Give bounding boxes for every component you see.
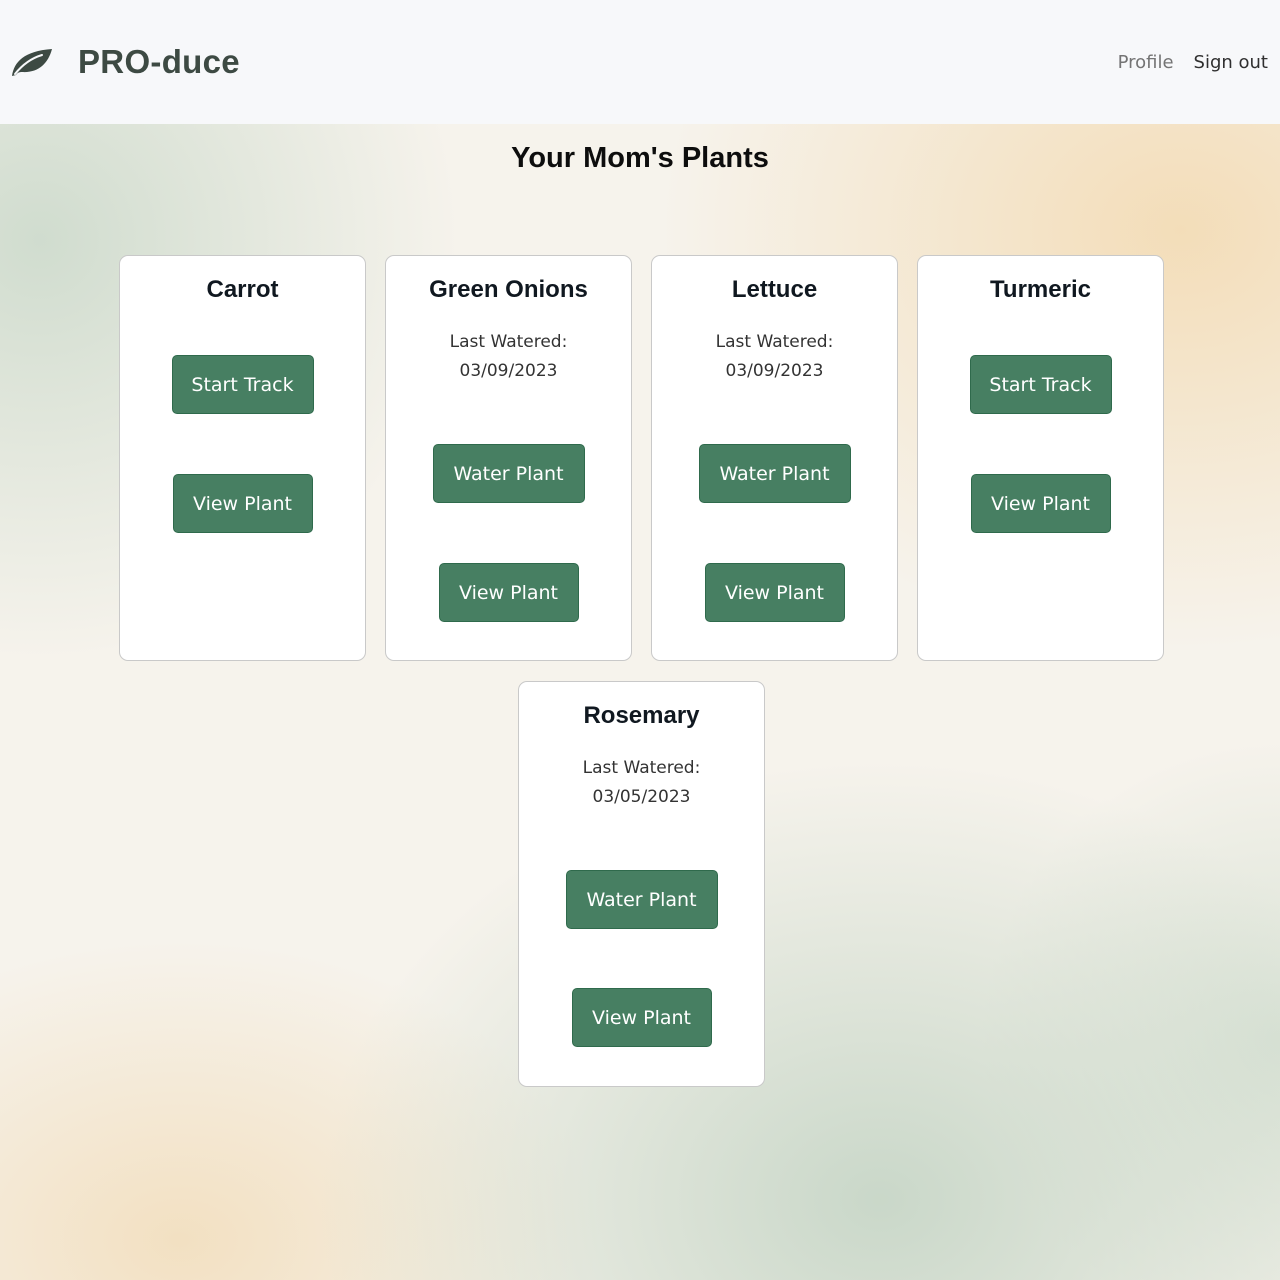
last-watered-date: 03/09/2023: [459, 361, 558, 381]
plant-card-green-onions: Green Onions Last Watered: 03/09/2023 Wa…: [385, 255, 632, 661]
view-plant-button[interactable]: View Plant: [571, 988, 712, 1047]
last-watered-date: 03/09/2023: [725, 361, 824, 381]
last-watered-label: Last Watered:: [715, 332, 834, 352]
last-watered-date: 03/05/2023: [592, 787, 691, 807]
last-watered: Last Watered: 03/05/2023: [519, 754, 764, 812]
leaf-icon: [12, 49, 52, 76]
nav-links: Profile Sign out: [1118, 52, 1268, 73]
plant-name: Turmeric: [990, 276, 1091, 303]
plant-card-turmeric: Turmeric Start Track View Plant: [917, 255, 1164, 661]
plant-name: Rosemary: [583, 702, 700, 729]
profile-link[interactable]: Profile: [1118, 52, 1174, 73]
view-plant-button[interactable]: View Plant: [704, 563, 845, 622]
plant-name: Carrot: [206, 276, 279, 303]
page-title: Your Mom's Plants: [511, 142, 769, 174]
water-plant-button[interactable]: Water Plant: [565, 870, 718, 929]
brand-title: PRO-duce: [78, 43, 240, 80]
plant-card-carrot: Carrot Start Track View Plant: [119, 255, 366, 661]
start-track-button[interactable]: Start Track: [969, 355, 1112, 414]
last-watered: Last Watered: 03/09/2023: [386, 328, 631, 386]
navbar: PRO-duce Profile Sign out: [0, 0, 1280, 124]
plant-card-rosemary: Rosemary Last Watered: 03/05/2023 Water …: [518, 681, 765, 1087]
water-plant-button[interactable]: Water Plant: [432, 444, 585, 503]
last-watered: Last Watered: 03/09/2023: [652, 328, 897, 386]
water-plant-button[interactable]: Water Plant: [698, 444, 851, 503]
plant-name: Lettuce: [731, 276, 818, 303]
view-plant-button[interactable]: View Plant: [438, 563, 579, 622]
brand[interactable]: PRO-duce: [10, 43, 240, 81]
view-plant-button[interactable]: View Plant: [970, 474, 1111, 533]
last-watered-label: Last Watered:: [449, 332, 568, 352]
view-plant-button[interactable]: View Plant: [172, 474, 313, 533]
last-watered-label: Last Watered:: [582, 758, 701, 778]
plant-name: Green Onions: [429, 276, 588, 303]
start-track-button[interactable]: Start Track: [171, 355, 314, 414]
plant-card-lettuce: Lettuce Last Watered: 03/09/2023 Water P…: [651, 255, 898, 661]
sign-out-link[interactable]: Sign out: [1194, 52, 1268, 73]
